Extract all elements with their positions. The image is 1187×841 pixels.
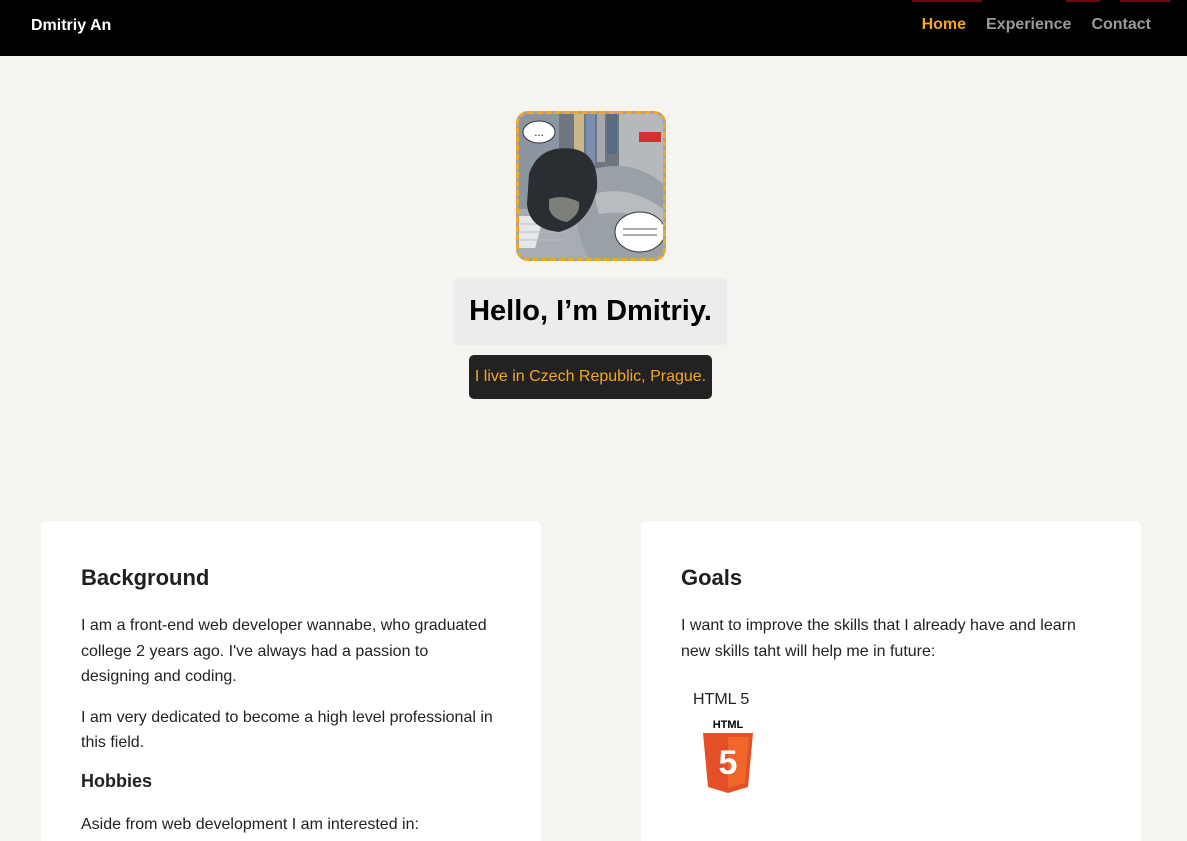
goals-card: Goals I want to improve the skills that … (641, 521, 1141, 841)
html5-icon: HTML 5 (703, 719, 753, 793)
html5-logo-text: HTML (713, 719, 744, 731)
greeting-box: Hello, I’m Dmitriy. (454, 278, 727, 345)
location-text: I live in Czech Republic, Prague. (474, 368, 707, 385)
nav-link-home[interactable]: Home (922, 16, 966, 34)
goals-title: Goals (681, 565, 743, 590)
hobbies-intro: Aside from web development I am interest… (81, 815, 419, 833)
background-title: Background (81, 565, 210, 590)
background-paragraph: I am a front-end web developer wannabe, … (81, 617, 487, 685)
skill-label: HTML 5 (693, 691, 750, 708)
bubble-text: ... (534, 128, 544, 139)
goals-intro: I want to improve the skills that I alre… (681, 617, 1076, 660)
accent-bar (1120, 0, 1170, 2)
accent-bar (912, 0, 982, 2)
nav-link-contact[interactable]: Contact (1091, 16, 1151, 34)
navbar: Dmitriy An Home Experience Contact (0, 0, 1187, 56)
background-card: Background I am a front-end web develope… (41, 521, 541, 841)
greeting-heading: Hello, I’m Dmitriy. (469, 295, 712, 327)
hobbies-title: Hobbies (81, 770, 153, 791)
manga-avatar-image: ... (519, 114, 663, 258)
accent-bar (1066, 0, 1100, 2)
html5-logo-number: 5 (719, 744, 738, 782)
nav-links: Home Experience Contact (902, 16, 1151, 34)
brand-name[interactable]: Dmitriy An (31, 17, 111, 35)
nav-link-experience[interactable]: Experience (986, 16, 1071, 34)
background-paragraph: I am very dedicated to become a high lev… (81, 708, 493, 752)
skill-item: HTML 5 HTML 5 (693, 691, 1101, 798)
avatar: ... (516, 111, 666, 261)
location-badge: I live in Czech Republic, Prague. (469, 355, 712, 399)
